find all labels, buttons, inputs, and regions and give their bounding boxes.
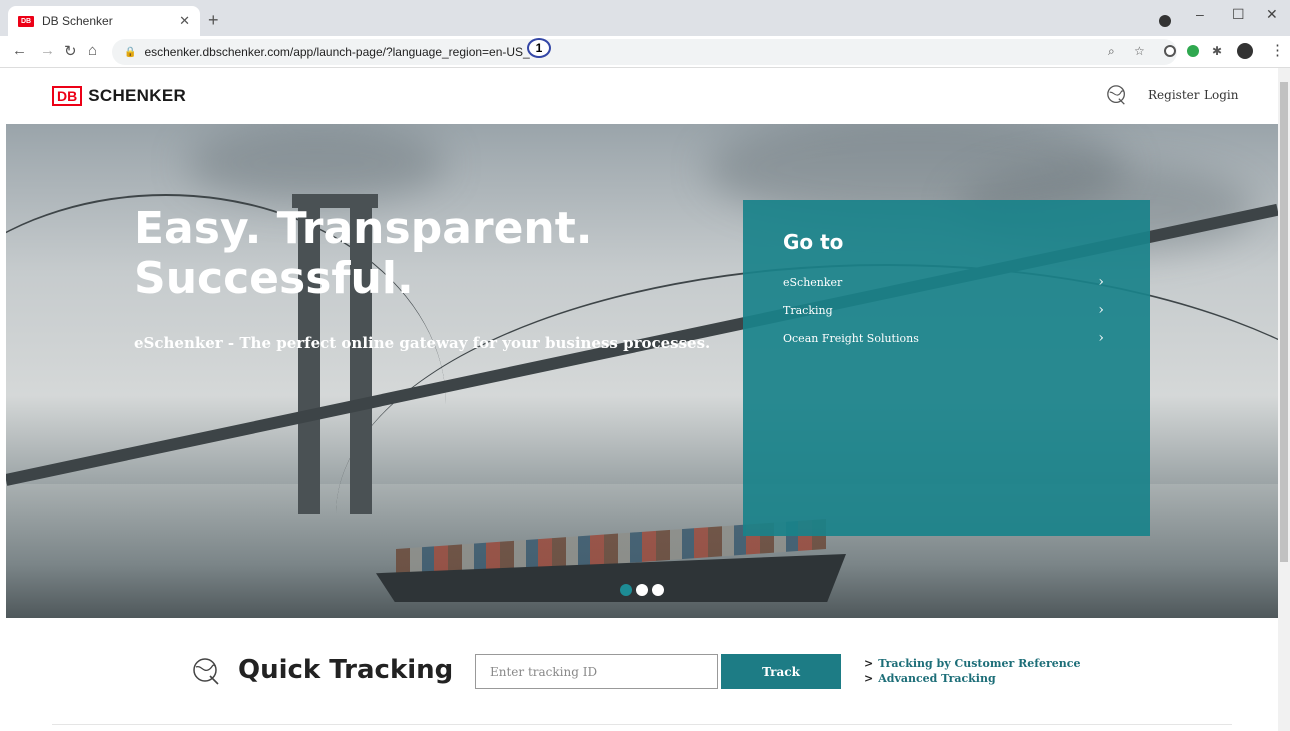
goto-panel: Go to eSchenker › Tracking › Ocean Freig… [743, 200, 1150, 536]
advanced-tracking-link[interactable]: > Advanced Tracking [864, 672, 996, 685]
hero-subtitle: eSchenker - The perfect online gateway f… [134, 334, 711, 352]
carousel-dots [620, 584, 664, 596]
section-divider [52, 724, 1232, 725]
tracking-id-input[interactable] [475, 654, 718, 689]
logo-text: SCHENKER [88, 86, 187, 105]
carousel-dot[interactable] [620, 584, 632, 596]
goto-item-ocean-freight[interactable]: Ocean Freight Solutions › [783, 324, 1110, 352]
login-link[interactable]: Login [1204, 88, 1238, 102]
bookmark-star-icon[interactable]: ☆ [1134, 44, 1145, 58]
chevron-right-icon: › [1098, 302, 1104, 318]
goto-title: Go to [783, 230, 844, 254]
browser-tab[interactable]: DB DB Schenker ✕ [8, 6, 200, 36]
address-bar[interactable]: 🔒 eschenker.dbschenker.com/app/launch-pa… [112, 39, 1177, 65]
browser-menu-icon[interactable]: ⋮ [1270, 41, 1285, 59]
new-tab-icon[interactable]: + [208, 10, 219, 31]
tab-title: DB Schenker [42, 14, 113, 28]
url-text: eschenker.dbschenker.com/app/launch-page… [144, 45, 547, 59]
forward-icon[interactable]: → [40, 42, 55, 59]
reload-icon[interactable]: ↻ [64, 42, 77, 60]
browser-toolbar: ← → ↻ ⌂ 🔒 eschenker.dbschenker.com/app/l… [0, 36, 1290, 68]
browser-tabstrip: DB DB Schenker ✕ + – ☐ ✕ [0, 0, 1290, 36]
home-icon[interactable]: ⌂ [88, 42, 97, 59]
carousel-dot[interactable] [652, 584, 664, 596]
link-label: Advanced Tracking [878, 672, 996, 685]
hero-title: Easy. Transparent. Successful. [134, 204, 593, 304]
chevron-right-icon: › [1098, 274, 1104, 290]
account-avatar-icon[interactable] [1237, 43, 1253, 59]
carousel-dot[interactable] [636, 584, 648, 596]
chevron-right-icon: › [1098, 330, 1104, 346]
annotation-badge-1: 1 [527, 38, 551, 58]
hero-title-line-1: Easy. Transparent. [134, 203, 593, 254]
tracking-globe-icon [193, 658, 219, 685]
link-label: Tracking by Customer Reference [878, 657, 1081, 670]
back-icon[interactable]: ← [12, 42, 27, 59]
zoom-icon[interactable]: ⌕ [1108, 44, 1115, 59]
track-button[interactable]: Track [721, 654, 841, 689]
chevron-right-icon: > [864, 672, 874, 685]
site-header: DB SCHENKER Register Login [0, 68, 1278, 124]
globe-icon[interactable] [1106, 84, 1128, 106]
extensions-puzzle-icon[interactable]: ✱ [1212, 44, 1222, 58]
db-schenker-logo[interactable]: DB SCHENKER [52, 86, 186, 106]
goto-item-eschenker[interactable]: eSchenker › [783, 268, 1110, 296]
scrollbar-thumb[interactable] [1280, 82, 1288, 562]
close-tab-icon[interactable]: ✕ [179, 13, 190, 29]
minimize-icon[interactable]: – [1196, 6, 1204, 22]
register-link[interactable]: Register [1148, 88, 1199, 102]
db-favicon-icon: DB [18, 15, 34, 27]
goto-item-label: Ocean Freight Solutions [783, 331, 919, 345]
profile-indicator-icon[interactable] [1159, 15, 1171, 27]
chevron-right-icon: > [864, 657, 874, 670]
lock-icon: 🔒 [124, 46, 137, 58]
hero-title-line-2: Successful. [134, 253, 414, 304]
extension-circle-icon[interactable] [1164, 45, 1176, 57]
goto-item-tracking[interactable]: Tracking › [783, 296, 1110, 324]
close-window-icon[interactable]: ✕ [1266, 6, 1278, 23]
hero-cloud [186, 124, 446, 204]
logo-db-mark: DB [52, 86, 83, 106]
maximize-icon[interactable]: ☐ [1232, 6, 1245, 23]
hero-banner: Easy. Transparent. Successful. eSchenker… [6, 124, 1278, 618]
tracking-by-customer-reference-link[interactable]: > Tracking by Customer Reference [864, 657, 1080, 670]
page-scrollbar[interactable] [1278, 68, 1290, 731]
quick-tracking-title: Quick Tracking [238, 655, 454, 685]
extension-green-icon[interactable] [1187, 45, 1199, 57]
goto-item-label: Tracking [783, 303, 833, 317]
goto-item-label: eSchenker [783, 275, 843, 289]
